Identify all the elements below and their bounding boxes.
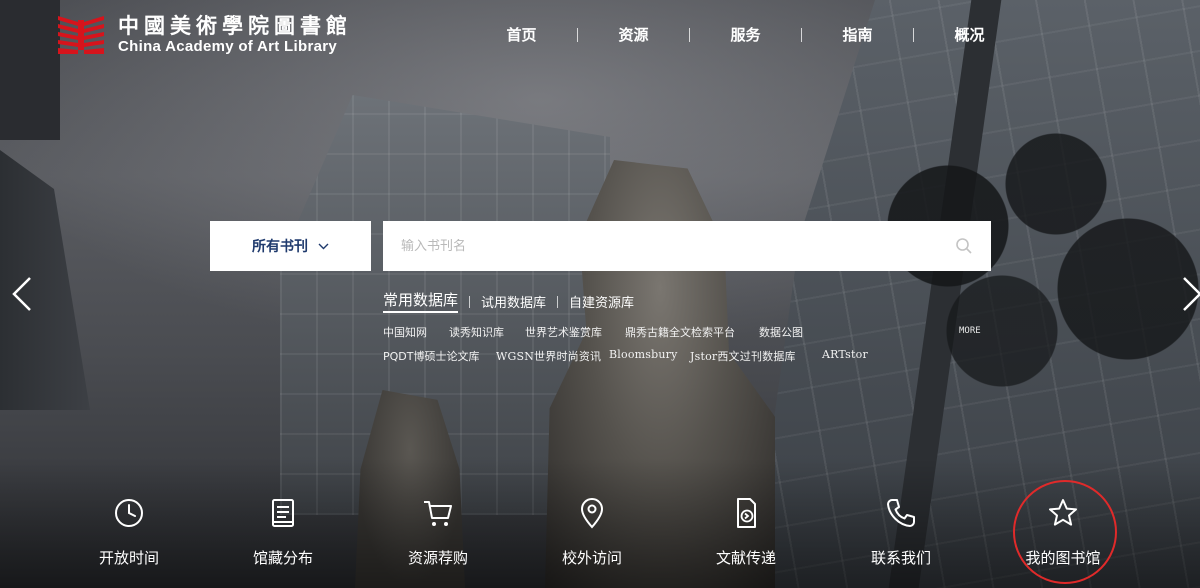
library-emblem-icon xyxy=(58,16,104,54)
main-nav: 首页 资源 服务 指南 概况 xyxy=(466,24,1025,46)
tab-self-built-databases[interactable]: 自建资源库 xyxy=(569,292,634,313)
logo-english-name: China Academy of Art Library xyxy=(118,38,338,55)
database-link[interactable]: 世界艺术鉴赏库 xyxy=(525,324,602,340)
chevron-left-icon[interactable] xyxy=(10,276,34,312)
cart-icon xyxy=(424,501,452,526)
nav-item-resources[interactable]: 资源 xyxy=(578,24,689,46)
quick-link-off-campus-access[interactable]: 校外访问 xyxy=(515,496,669,568)
library-logo[interactable]: 中國美術學院圖書館 China Academy of Art Library xyxy=(58,12,352,58)
book-icon xyxy=(272,499,294,527)
location-pin-icon xyxy=(580,498,604,529)
highlight-circle xyxy=(1013,480,1117,584)
quick-link-opening-hours[interactable]: 开放时间 xyxy=(52,496,206,568)
quick-link-label: 文献传递 xyxy=(715,549,776,567)
quick-link-label: 资源荐购 xyxy=(407,549,468,567)
quick-link-label: 联系我们 xyxy=(870,549,931,567)
database-link[interactable]: WGSN世界时尚资讯 xyxy=(496,348,601,364)
tab-common-databases[interactable]: 常用数据库 xyxy=(383,289,459,313)
database-link[interactable]: Jstor西文过刊数据库 xyxy=(690,348,796,364)
quick-link-resource-recommendation[interactable]: 资源荐购 xyxy=(361,496,515,568)
database-link[interactable]: ARTstor xyxy=(822,348,868,361)
quick-link-label: 馆藏分布 xyxy=(252,549,313,567)
more-databases-link[interactable]: MORE xyxy=(959,326,981,336)
search-input[interactable] xyxy=(401,238,955,254)
phone-icon xyxy=(887,499,915,527)
chevron-down-icon xyxy=(318,243,329,249)
nav-item-guide[interactable]: 指南 xyxy=(802,24,913,46)
database-link[interactable]: 鼎秀古籍全文检索平台 xyxy=(625,324,735,340)
database-link[interactable]: 读秀知识库 xyxy=(449,324,504,340)
search-box xyxy=(383,221,991,271)
database-link[interactable]: 中国知网 xyxy=(383,324,427,340)
quick-link-label: 校外访问 xyxy=(561,549,622,567)
document-transfer-icon xyxy=(737,498,756,528)
building-left-top xyxy=(0,0,60,140)
logo-chinese-name: 中國美術學院圖書館 xyxy=(118,13,352,38)
database-link[interactable]: Bloomsbury xyxy=(609,348,678,361)
tab-trial-databases[interactable]: 试用数据库 xyxy=(481,292,546,313)
tree-silhouette xyxy=(840,100,1200,520)
tab-divider xyxy=(469,296,471,308)
search-icon[interactable] xyxy=(955,237,973,255)
nav-item-about[interactable]: 概况 xyxy=(914,24,1025,46)
nav-item-home[interactable]: 首页 xyxy=(466,24,577,46)
search-scope-label: 所有书刊 xyxy=(252,239,308,255)
search-bar: 所有书刊 xyxy=(210,221,991,271)
quick-link-collection-distribution[interactable]: 馆藏分布 xyxy=(206,496,360,568)
chevron-right-icon[interactable] xyxy=(1180,276,1200,312)
quick-link-contact-us[interactable]: 联系我们 xyxy=(824,496,978,568)
tab-divider xyxy=(557,296,559,308)
database-link[interactable]: 数据公图 xyxy=(759,324,803,340)
logo-text: 中國美術學院圖書館 China Academy of Art Library xyxy=(118,14,352,56)
nav-item-services[interactable]: 服务 xyxy=(690,24,801,46)
quick-link-document-delivery[interactable]: 文献传递 xyxy=(669,496,823,568)
search-scope-dropdown[interactable]: 所有书刊 xyxy=(210,221,371,271)
quick-link-label: 开放时间 xyxy=(98,549,159,567)
database-tabs: 常用数据库 试用数据库 自建资源库 xyxy=(383,289,634,313)
database-link[interactable]: PQDT博硕士论文库 xyxy=(383,348,479,364)
clock-icon xyxy=(115,499,143,527)
